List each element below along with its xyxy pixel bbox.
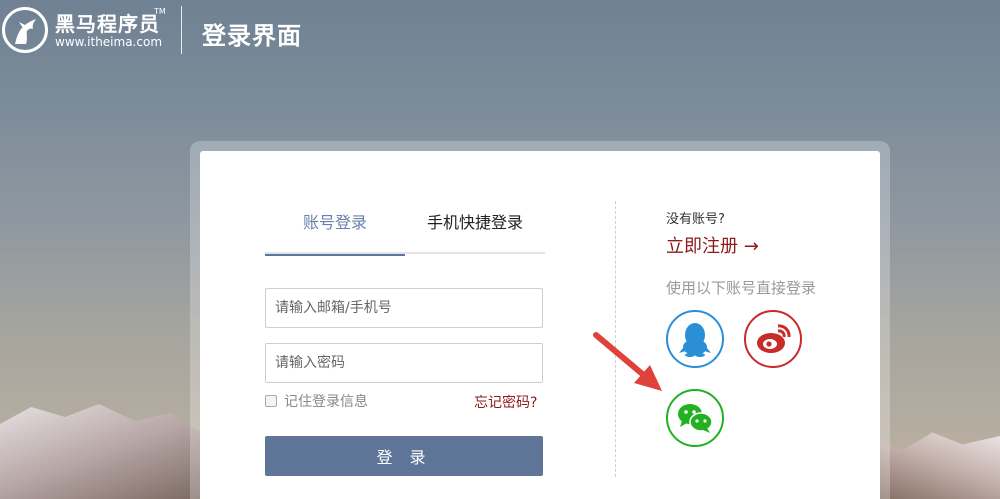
qq-login-button[interactable] (666, 310, 724, 368)
password-input[interactable] (265, 343, 543, 383)
weibo-icon (757, 324, 791, 353)
qq-icon (679, 323, 711, 357)
remember-checkbox[interactable] (265, 395, 277, 407)
wechat-login-button[interactable] (666, 389, 724, 447)
login-button[interactable]: 登 录 (265, 436, 543, 476)
forgot-password-link[interactable]: 忘记密码? (474, 392, 537, 412)
third-party-login-label: 使用以下账号直接登录 (666, 279, 817, 297)
page-title: 登录界面 (202, 22, 302, 50)
tab-account-login[interactable]: 账号登录 (265, 209, 405, 256)
no-account-text: 没有账号? (666, 212, 725, 227)
remember-login: 记住登录信息 (265, 392, 368, 410)
login-tabs: 账号登录 手机快捷登录 (265, 209, 545, 256)
brand-name: 黑马程序员 (55, 12, 160, 36)
remember-label: 记住登录信息 (284, 394, 368, 410)
weibo-login-button[interactable] (744, 310, 802, 368)
tab-phone-login[interactable]: 手机快捷登录 (405, 209, 545, 254)
page-header: 黑马程序员 TM www.itheima.com 登录界面 (0, 0, 1000, 58)
header-divider (181, 6, 182, 54)
email-input[interactable] (265, 288, 543, 328)
annotation-arrow-icon (593, 332, 662, 391)
logo-icon (2, 7, 48, 53)
brand-url: www.itheima.com (55, 35, 163, 49)
register-link[interactable]: 立即注册 → (666, 232, 759, 258)
wechat-icon (678, 404, 713, 433)
brand-trademark: TM (154, 7, 166, 16)
login-panel: 账号登录 手机快捷登录 记住登录信息 忘记密码? 登 录 没有账号? 立即注册 … (200, 151, 880, 499)
